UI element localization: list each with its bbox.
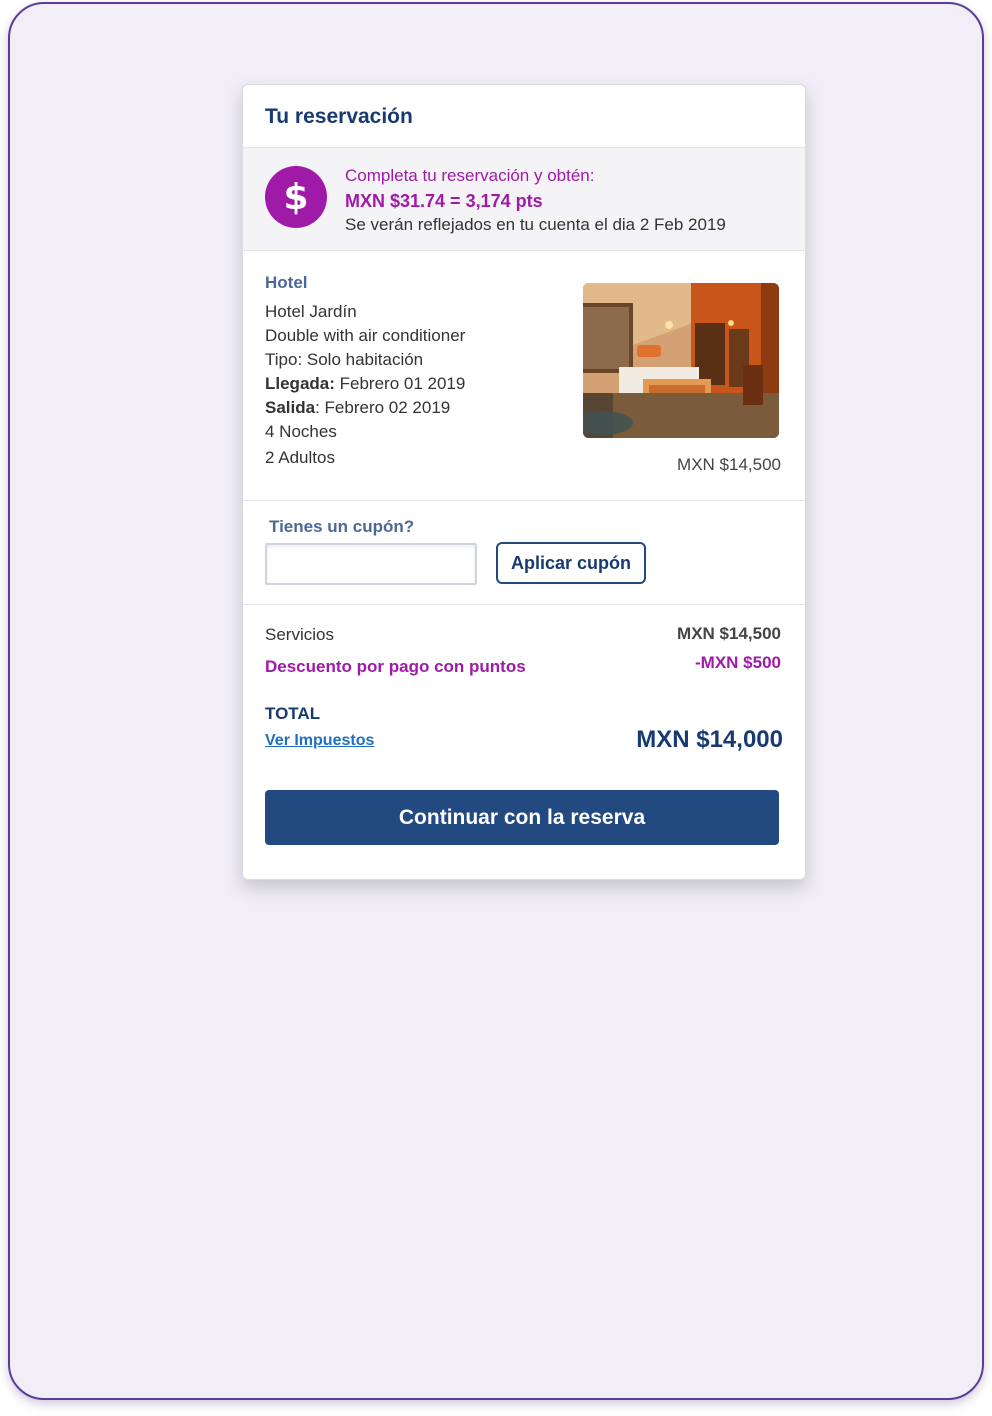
adults-count: 2 Adultos — [265, 448, 335, 467]
discount-value: -MXN $500 — [695, 653, 781, 672]
device-frame: Tu reservación $ Completa tu reservación… — [8, 2, 984, 1400]
total-label: TOTAL — [265, 704, 321, 723]
points-amount: MXN $31.74 = 3,174 pts — [345, 191, 543, 211]
hotel-price: MXN $14,500 — [677, 455, 781, 474]
view-taxes-link[interactable]: Ver Impuestos — [265, 732, 374, 750]
apply-coupon-button[interactable]: Aplicar cupón — [496, 542, 646, 584]
services-label: Servicios — [265, 625, 334, 644]
departure-date: Salida: Febrero 02 2019 — [265, 398, 450, 418]
services-value: MXN $14,500 — [677, 624, 781, 643]
continue-booking-button[interactable]: Continuar con la reserva — [265, 790, 779, 845]
hotel-room-illustration — [583, 283, 779, 438]
hotel-room-photo — [583, 283, 779, 438]
dollar-icon: $ — [265, 166, 327, 228]
nights-count: 4 Noches — [265, 422, 337, 441]
arrival-date: Llegada: Febrero 01 2019 — [265, 374, 465, 394]
total-value: MXN $14,000 — [636, 726, 783, 753]
discount-label: Descuento por pago con puntos — [265, 657, 526, 676]
points-credit-date: Se verán reflejados en tu cuenta el dia … — [345, 215, 726, 234]
coupon-section: Tienes un cupón? Aplicar cupón — [243, 501, 805, 605]
hotel-section: Hotel Hotel Jardín Double with air condi… — [243, 251, 805, 501]
arrival-label: Llegada: — [265, 374, 335, 393]
points-banner: $ Completa tu reservación y obtén: MXN $… — [243, 147, 805, 251]
room-type: Double with air conditioner — [265, 326, 466, 345]
reservation-card: Tu reservación $ Completa tu reservación… — [242, 84, 806, 880]
departure-label: Salida — [265, 398, 316, 417]
departure-value: : Febrero 02 2019 — [315, 398, 451, 417]
points-intro: Completa tu reservación y obtén: — [345, 166, 595, 185]
card-title: Tu reservación — [265, 105, 413, 128]
coupon-input[interactable] — [265, 543, 477, 585]
dollar-glyph: $ — [283, 176, 309, 218]
hotel-name: Hotel Jardín — [265, 302, 357, 321]
plan-type: Tipo: Solo habitación — [265, 350, 424, 369]
hotel-heading: Hotel — [265, 273, 308, 292]
arrival-value: Febrero 01 2019 — [334, 374, 466, 393]
coupon-label: Tienes un cupón? — [269, 517, 415, 536]
